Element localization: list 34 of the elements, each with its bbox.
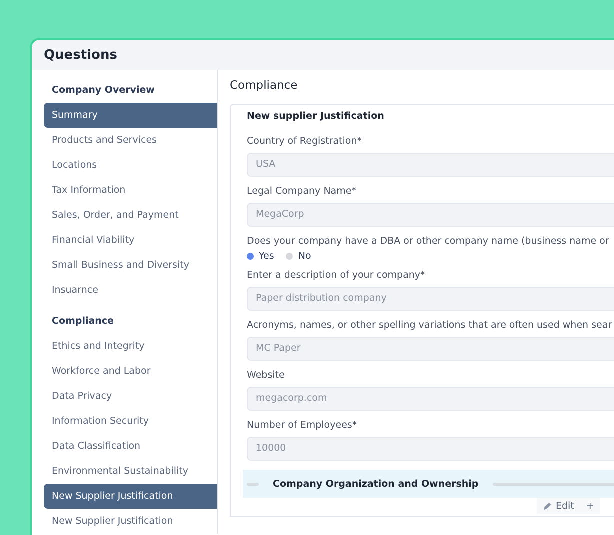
edit-button[interactable]: Edit <box>537 498 580 514</box>
section-heading: Compliance <box>230 77 299 94</box>
sidebar-heading: Company Overview <box>51 84 156 98</box>
sidebar-item[interactable]: Small Business and Diversity <box>44 253 217 278</box>
sidebar-item[interactable]: Data Classification <box>44 434 217 459</box>
field-label: Does your company have a DBA or other company name (business name or <box>247 236 610 247</box>
sidebar-item[interactable]: Environmental Sustainability <box>44 459 217 484</box>
radio-option[interactable]: No <box>286 251 312 262</box>
sidebar-item[interactable]: Financial Viability <box>44 228 217 253</box>
field-label: Legal Company Name* <box>247 186 358 197</box>
field-label: Acronyms, names, or other spelling variations that are often used when sear <box>247 320 614 331</box>
sidebar-item[interactable]: Locations <box>44 153 217 178</box>
sidebar-item[interactable]: Data Privacy <box>44 384 217 409</box>
add-button[interactable]: + <box>580 498 600 514</box>
sidebar-item[interactable]: Workforce and Labor <box>44 359 217 384</box>
card-title: New supplier Justification <box>247 111 386 122</box>
sidebar-item[interactable]: Tax Information <box>44 178 217 203</box>
sidebar-item[interactable]: Products and Services <box>44 128 217 153</box>
sidebar-item[interactable]: Summary <box>44 103 217 128</box>
sidebar-item[interactable]: Sales, Order, and Payment <box>44 203 217 228</box>
pencil-icon <box>543 502 552 510</box>
sidebar-item[interactable]: New Supplier Justification <box>44 484 217 509</box>
sidebar-item[interactable]: New Supplier Justification <box>44 509 217 534</box>
sidebar-item[interactable]: Information Security <box>44 409 217 434</box>
sidebar-item[interactable]: Insuarnce <box>44 278 217 303</box>
window-title: Questions <box>44 48 118 62</box>
sidebar-heading: Compliance <box>51 315 115 329</box>
section-header[interactable]: Company Organization and Ownership <box>243 470 614 498</box>
sidebar-item[interactable]: Ethics and Integrity <box>44 334 217 359</box>
field-label: Enter a description of your company* <box>247 270 426 281</box>
field-label: Country of Registration* <box>247 136 363 147</box>
field-label: Number of Employees* <box>247 420 358 431</box>
field-label: Website <box>247 370 286 381</box>
radio-option[interactable]: Yes <box>247 251 274 262</box>
